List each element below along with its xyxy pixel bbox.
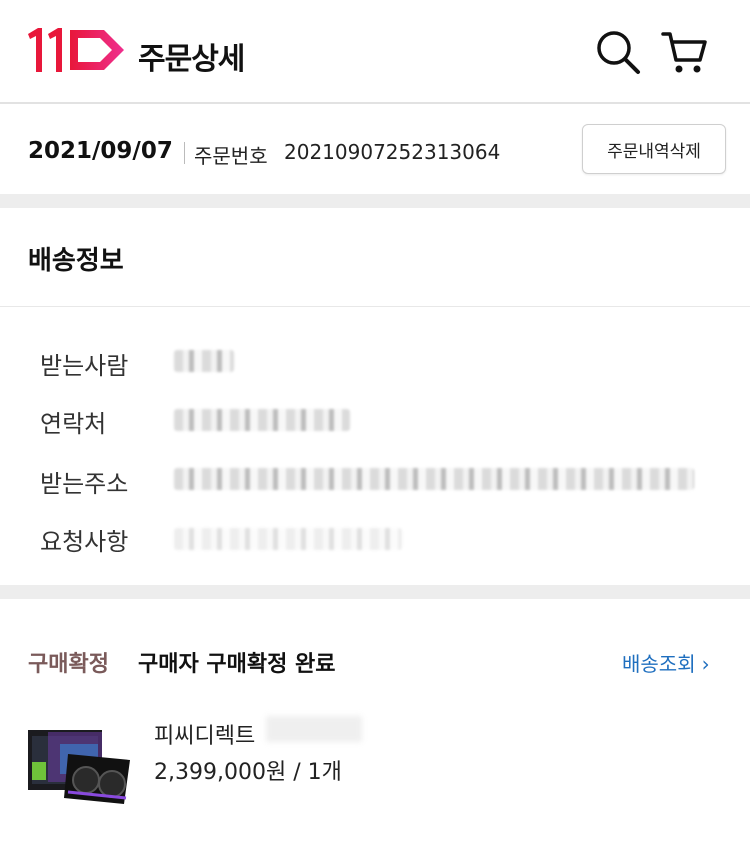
shipping-info-title: 배송정보: [28, 246, 124, 276]
quantity: 1개: [307, 760, 342, 785]
request-label: 요청사항: [40, 528, 129, 556]
page-title: 주문상세: [138, 42, 245, 77]
section-divider: [0, 585, 750, 599]
chevron-right-icon: ›: [701, 652, 710, 676]
seller-name: 피씨디렉트: [154, 724, 256, 749]
request-redacted: [174, 528, 402, 550]
search-icon[interactable]: [594, 28, 642, 76]
separator: [184, 142, 185, 164]
seller-redacted: [266, 716, 362, 742]
order-number: 20210907252313064: [284, 140, 501, 164]
purchase-status-text: 구매자 구매확정 완료: [138, 652, 336, 677]
address-redacted: [174, 468, 694, 490]
purchase-status-tag: 구매확정: [28, 652, 109, 677]
delete-order-history-button[interactable]: 주문내역삭제: [582, 124, 726, 174]
product-thumbnail[interactable]: [28, 722, 132, 808]
track-shipping-label: 배송조회: [622, 652, 696, 676]
recipient-label: 받는사람: [40, 352, 129, 380]
cart-icon[interactable]: [660, 28, 708, 76]
recipient-redacted: [174, 350, 234, 372]
section-divider: [0, 194, 750, 208]
order-summary-row: 2021/09/07 주문번호 20210907252313064 주문내역삭제: [0, 104, 750, 192]
price: 2,399,000원: [154, 760, 287, 785]
order-date: 2021/09/07: [28, 138, 173, 164]
contact-redacted: [174, 409, 350, 431]
contact-label: 연락처: [40, 410, 107, 438]
header-bar: 주문상세: [0, 0, 750, 104]
order-number-label: 주문번호: [194, 144, 268, 168]
eleven-st-logo[interactable]: [26, 26, 126, 74]
address-label: 받는주소: [40, 470, 129, 498]
price-quantity: 2,399,000원 / 1개: [154, 754, 342, 786]
divider-line: [0, 306, 750, 307]
separator-slash: /: [293, 760, 308, 785]
track-shipping-link[interactable]: 배송조회 ›: [622, 648, 710, 677]
